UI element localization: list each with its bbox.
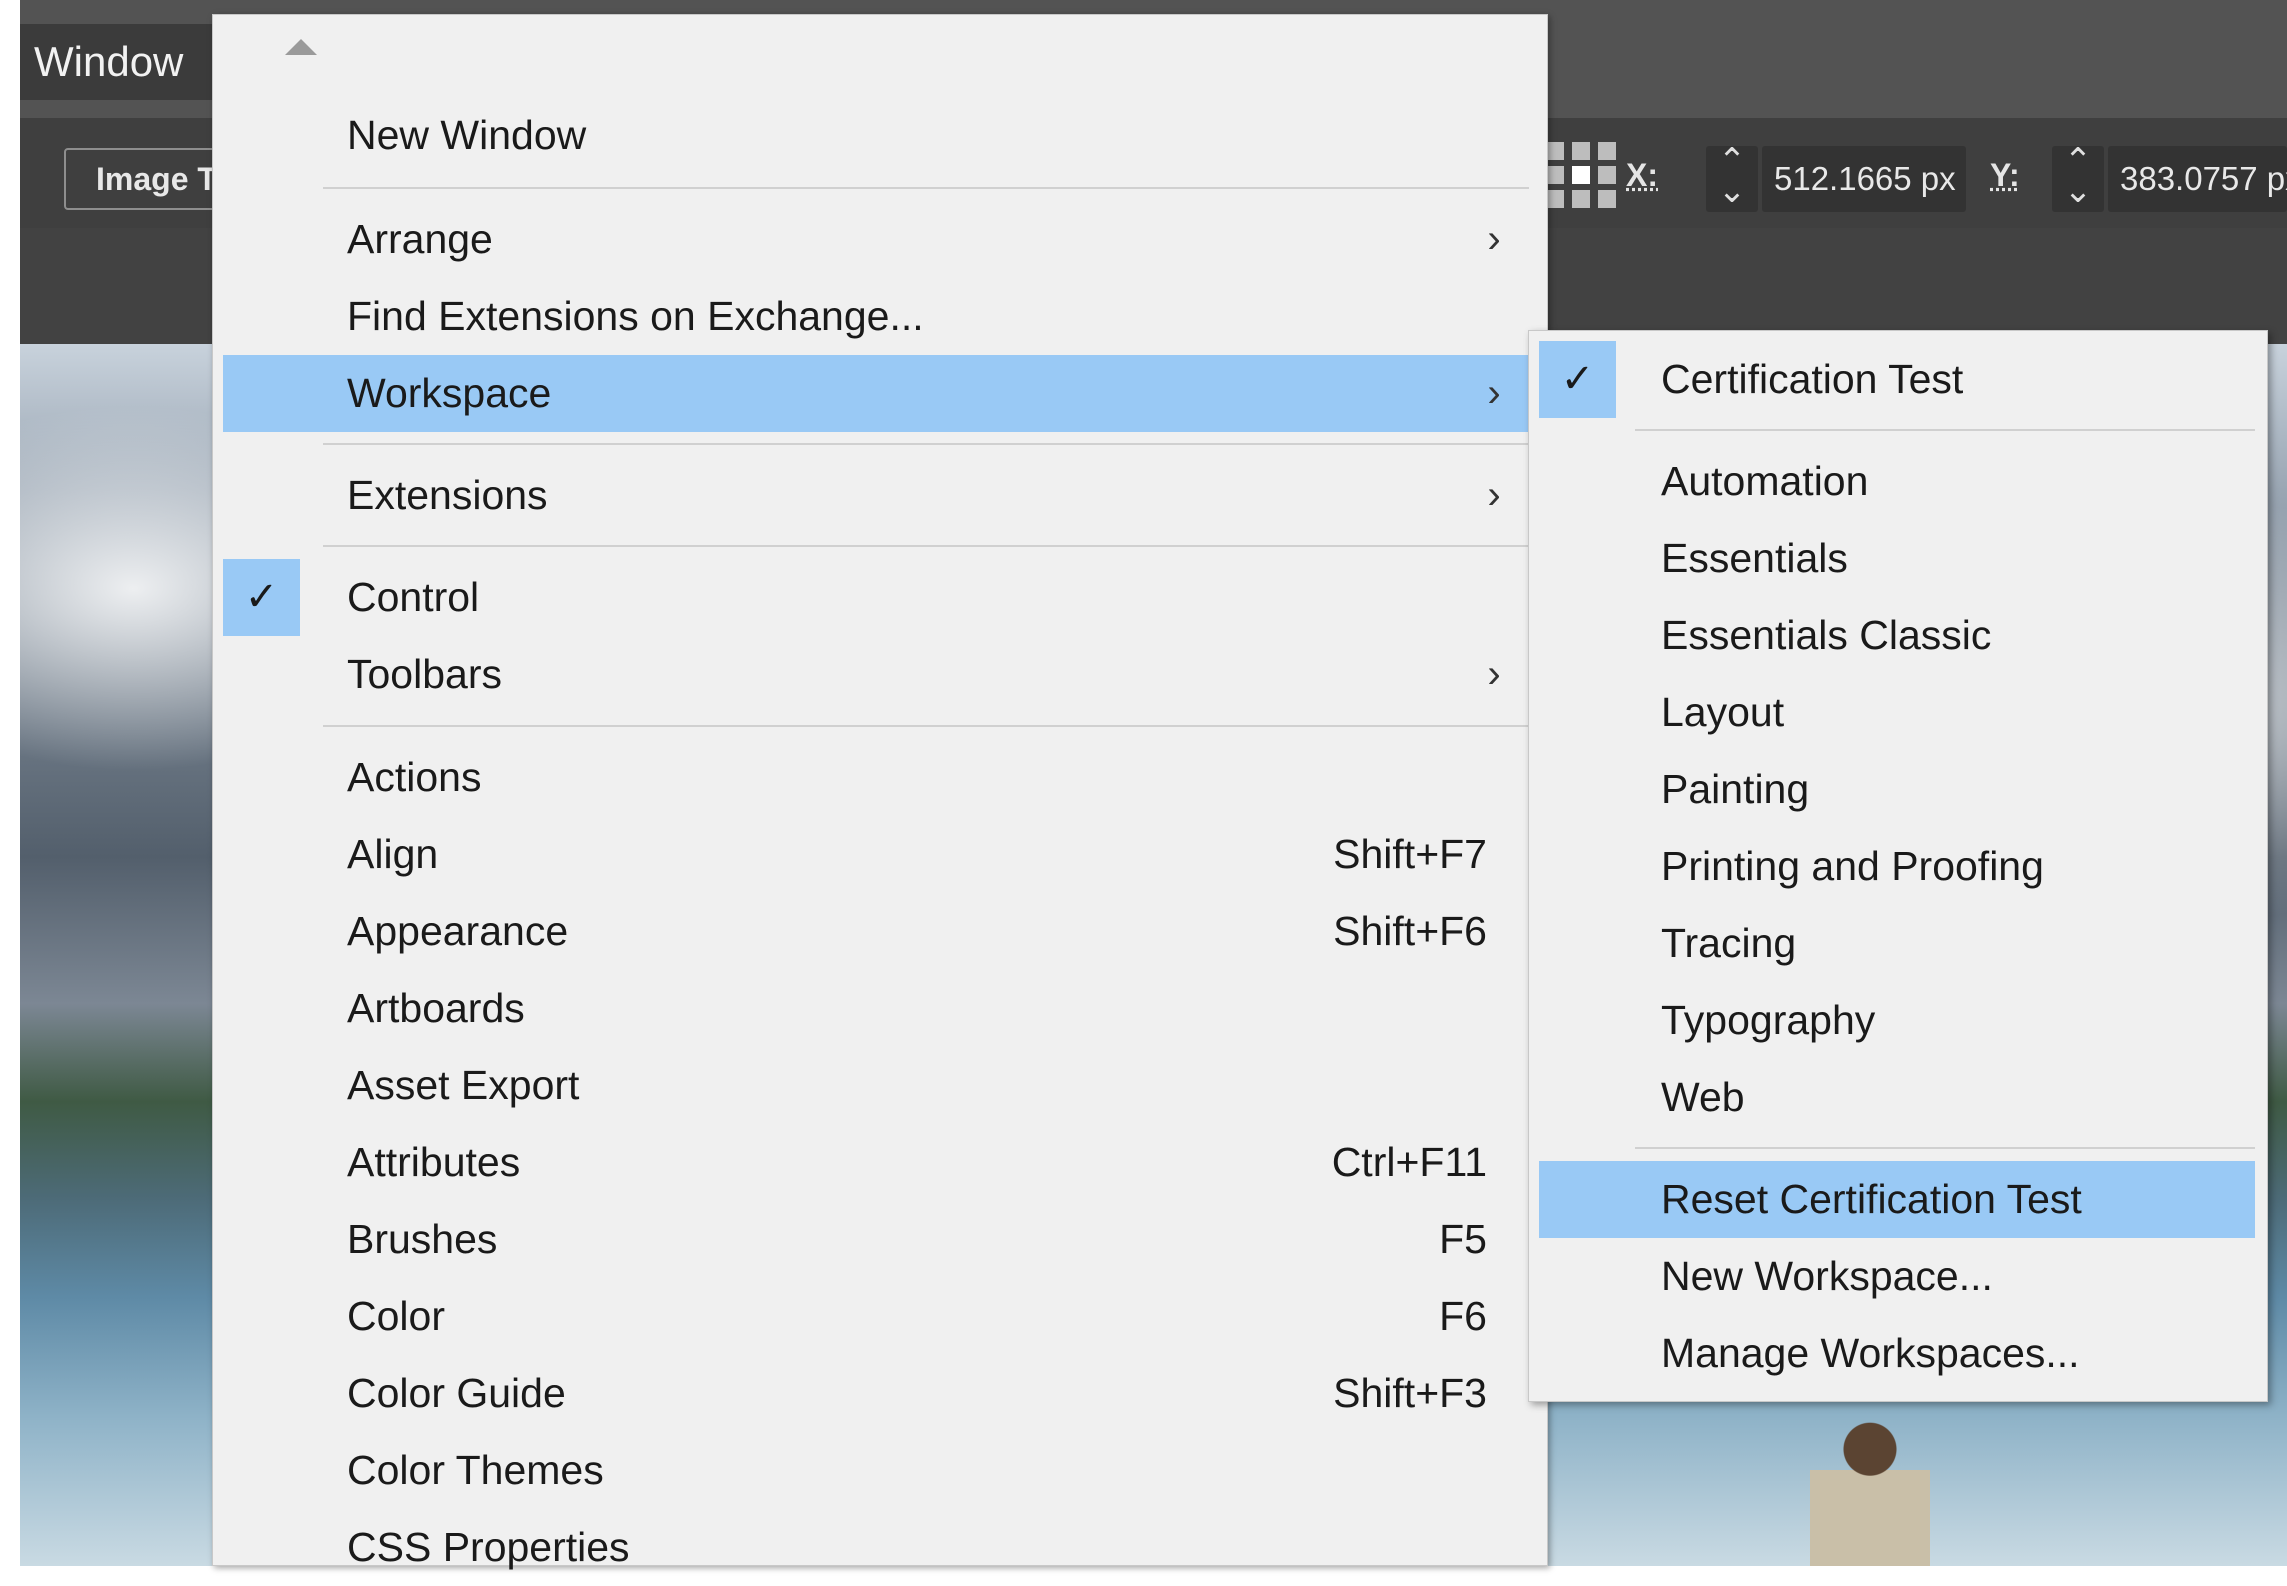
menu-item-align[interactable]: Align Shift+F7 [223,816,1539,893]
menu-item-shortcut: Ctrl+F11 [1331,1139,1487,1185]
menu-item-new-window[interactable]: New Window [223,97,1539,174]
menu-item-extensions[interactable]: Extensions › [223,457,1539,534]
app-window: Window Image Trace X: ⌃ ⌄ 512.1665 px Y:… [0,0,2287,1570]
menu-item-label: New Workspace... [1661,1253,1993,1299]
menu-item-label: Align [347,831,439,877]
workspace-item-reset-certification-test[interactable]: Reset Certification Test [1539,1161,2255,1238]
workspace-item-certification-test[interactable]: ✓ Certification Test [1539,341,2255,418]
menu-item-color[interactable]: Color F6 [223,1278,1539,1355]
menu-item-attributes[interactable]: Attributes Ctrl+F11 [223,1124,1539,1201]
menu-item-shortcut: F6 [1439,1293,1487,1339]
workspace-item-essentials[interactable]: Essentials [1539,520,2255,597]
workspace-item-painting[interactable]: Painting [1539,751,2255,828]
menu-item-label: Tracing [1661,920,1797,966]
workspace-submenu: ✓ Certification Test Automation Essentia… [1528,330,2268,1402]
menu-item-artboards[interactable]: Artboards [223,970,1539,1047]
menu-separator [323,725,1529,727]
menu-item-label: Reset Certification Test [1661,1176,2082,1222]
menu-bar-window[interactable]: Window [20,24,212,100]
menu-item-label: Control [347,574,480,620]
workspace-item-manage-workspaces[interactable]: Manage Workspaces... [1539,1315,2255,1392]
menu-item-label: Essentials Classic [1661,612,1992,658]
x-position-field[interactable]: 512.1665 px [1762,146,1966,212]
workspace-item-new-workspace[interactable]: New Workspace... [1539,1238,2255,1315]
menu-separator [323,443,1529,445]
menu-item-label: Printing and Proofing [1661,843,2044,889]
workspace-item-automation[interactable]: Automation [1539,443,2255,520]
y-label: Y: [1990,157,2020,193]
menu-item-asset-export[interactable]: Asset Export [223,1047,1539,1124]
menu-item-control[interactable]: ✓ Control [223,559,1539,636]
menu-item-label: Automation [1661,458,1869,504]
menu-item-label: Workspace [347,370,552,416]
chevron-right-icon: › [1487,652,1501,696]
x-stepper[interactable]: ⌃ ⌄ [1706,144,1758,212]
menu-item-label: New Window [347,112,587,158]
chevron-down-icon[interactable]: ⌄ [1718,172,1747,210]
menu-item-label: Web [1661,1074,1745,1120]
chevron-down-icon[interactable]: ⌄ [2064,172,2093,210]
menu-item-color-themes[interactable]: Color Themes [223,1432,1539,1509]
menu-item-arrange[interactable]: Arrange › [223,201,1539,278]
menu-item-label: CSS Properties [347,1524,630,1570]
menu-item-label: Find Extensions on Exchange... [347,293,924,339]
workspace-item-tracing[interactable]: Tracing [1539,905,2255,982]
workspace-item-typography[interactable]: Typography [1539,982,2255,1059]
menu-item-actions[interactable]: Actions [223,739,1539,816]
menu-item-label: Actions [347,754,482,800]
menu-item-toolbars[interactable]: Toolbars › [223,636,1539,713]
y-position-field[interactable]: 383.0757 px [2108,146,2287,212]
menu-item-label: Color [347,1293,445,1339]
menu-item-label: Extensions [347,472,548,518]
menu-item-label: Arrange [347,216,493,262]
workspace-item-essentials-classic[interactable]: Essentials Classic [1539,597,2255,674]
menu-separator [323,545,1529,547]
checkmark-icon: ✓ [1539,341,1616,418]
menu-item-color-guide[interactable]: Color Guide Shift+F3 [223,1355,1539,1432]
window-menu: New Window Arrange › Find Extensions on … [212,14,1548,1570]
menu-item-shortcut: Shift+F7 [1333,831,1487,877]
menu-item-label: Painting [1661,766,1810,812]
menu-item-label: Color Guide [347,1370,566,1416]
chevron-right-icon: › [1487,217,1501,261]
menu-separator [323,187,1529,189]
chevron-right-icon: › [1487,473,1501,517]
menu-item-label: Appearance [347,908,569,954]
chevron-right-icon: › [1487,371,1501,415]
menu-item-find-extensions[interactable]: Find Extensions on Exchange... [223,278,1539,355]
menu-item-css-properties[interactable]: CSS Properties [223,1509,1539,1570]
menu-item-appearance[interactable]: Appearance Shift+F6 [223,893,1539,970]
menu-item-label: Color Themes [347,1447,604,1493]
scroll-up-arrow-icon[interactable] [285,39,317,55]
workspace-item-printing-and-proofing[interactable]: Printing and Proofing [1539,828,2255,905]
menu-item-label: Attributes [347,1139,521,1185]
y-stepper[interactable]: ⌃ ⌄ [2052,144,2104,212]
menu-item-shortcut: Shift+F3 [1333,1370,1487,1416]
menu-item-label: Certification Test [1661,356,1964,402]
menu-item-shortcut: Shift+F6 [1333,908,1487,954]
menu-item-label: Toolbars [347,651,502,697]
workspace-item-layout[interactable]: Layout [1539,674,2255,751]
menu-item-brushes[interactable]: Brushes F5 [223,1201,1539,1278]
menu-separator [1635,1147,2255,1149]
menu-item-label: Essentials [1661,535,1848,581]
workspace-item-web[interactable]: Web [1539,1059,2255,1136]
menu-item-shortcut: F5 [1439,1216,1487,1262]
menu-item-label: Brushes [347,1216,498,1262]
x-label: X: [1626,157,1658,193]
menu-item-label: Asset Export [347,1062,580,1108]
menu-item-label: Artboards [347,985,525,1031]
menu-item-workspace[interactable]: Workspace › [223,355,1539,432]
reference-point-icon[interactable] [1546,142,1616,208]
menu-item-label: Layout [1661,689,1785,735]
menu-item-label: Manage Workspaces... [1661,1330,2080,1376]
screen-edge [0,0,20,1566]
menu-item-label: Typography [1661,997,1876,1043]
checkmark-icon: ✓ [223,559,300,636]
menu-separator [1635,429,2255,431]
canvas-person-figure [1810,1420,1930,1566]
